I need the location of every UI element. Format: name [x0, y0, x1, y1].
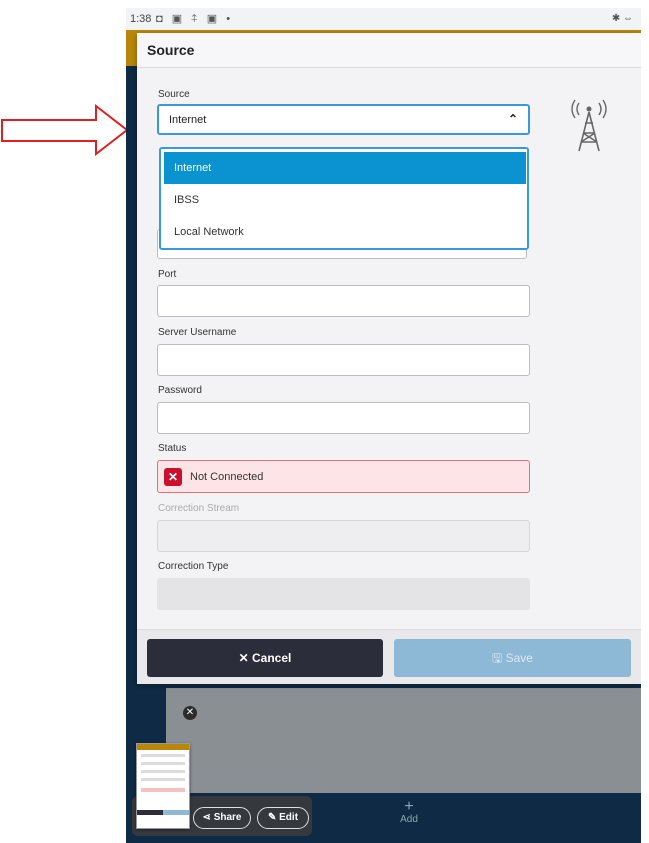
- share-icon: ⋖: [202, 812, 214, 823]
- port-input[interactable]: [157, 285, 530, 317]
- source-label: Source: [158, 89, 190, 100]
- correction-stream-label: Correction Stream: [158, 503, 240, 514]
- share-button-label: Share: [213, 812, 242, 823]
- screenshot-thumbnail[interactable]: [136, 743, 190, 829]
- status-icons: ◘ ▣ ⍏ ▣ •: [156, 13, 234, 25]
- error-x-icon: ✕: [164, 468, 182, 486]
- connection-status-badge: ✕ Not Connected: [157, 460, 530, 493]
- dropdown-option-ibss[interactable]: IBSS: [164, 184, 526, 216]
- floppy-disk-icon: 🖫: [492, 651, 506, 665]
- cancel-button-label: Cancel: [252, 651, 292, 665]
- dialog-header: Source: [137, 33, 641, 68]
- dropdown-option-internet[interactable]: Internet: [164, 152, 526, 184]
- dialog-title: Source: [147, 42, 195, 58]
- app-content-area: [166, 688, 641, 793]
- share-button[interactable]: ⋖ Share: [193, 807, 251, 829]
- password-input[interactable]: [157, 402, 530, 434]
- annotation-arrow-icon: [1, 103, 129, 157]
- dropdown-option-local-network[interactable]: Local Network: [164, 216, 526, 248]
- save-button-label: Save: [505, 651, 533, 665]
- option-label: Local Network: [174, 226, 244, 238]
- option-label: Internet: [174, 162, 212, 174]
- add-label: Add: [400, 814, 418, 825]
- source-select-value: Internet: [169, 114, 207, 126]
- correction-type-field: [157, 578, 530, 610]
- cancel-button[interactable]: ✕ Cancel: [147, 639, 383, 677]
- port-label: Port: [158, 269, 177, 280]
- server-username-input[interactable]: [157, 344, 530, 376]
- dialog-footer: ✕ Cancel 🖫 Save: [137, 629, 641, 684]
- correction-stream-input: [157, 520, 530, 552]
- status-right-icons: ✱ ⇔: [611, 13, 633, 24]
- close-circle-icon[interactable]: ✕: [183, 706, 197, 720]
- pencil-icon: ✎: [267, 812, 280, 823]
- server-username-label: Server Username: [158, 327, 237, 338]
- status-bar: 1:38 ◘ ▣ ⍏ ▣ • ✱ ⇔: [126, 8, 641, 30]
- source-dialog: Source Source Internet ⌃ Internet IBSS L…: [137, 33, 641, 684]
- close-icon: ✕: [238, 651, 253, 665]
- radio-tower-icon: [571, 99, 607, 152]
- device-screen: 1:38 ◘ ▣ ⍏ ▣ • ✱ ⇔ ✕ + Add Source Source…: [126, 8, 641, 843]
- status-label: Status: [158, 443, 187, 454]
- add-button[interactable]: + Add: [394, 798, 424, 826]
- correction-type-label: Correction Type: [158, 561, 229, 572]
- chevron-up-icon: ⌃: [507, 112, 518, 126]
- password-label: Password: [158, 385, 202, 396]
- save-button[interactable]: 🖫 Save: [394, 639, 631, 677]
- edit-button[interactable]: ✎ Edit: [257, 807, 309, 829]
- status-text: Not Connected: [190, 471, 264, 483]
- plus-icon: +: [404, 798, 414, 815]
- source-dropdown-menu: Internet IBSS Local Network: [159, 147, 529, 250]
- edit-button-label: Edit: [279, 812, 299, 823]
- option-label: IBSS: [174, 194, 200, 206]
- status-time: 1:38: [130, 13, 152, 25]
- source-select[interactable]: Internet ⌃: [157, 104, 530, 135]
